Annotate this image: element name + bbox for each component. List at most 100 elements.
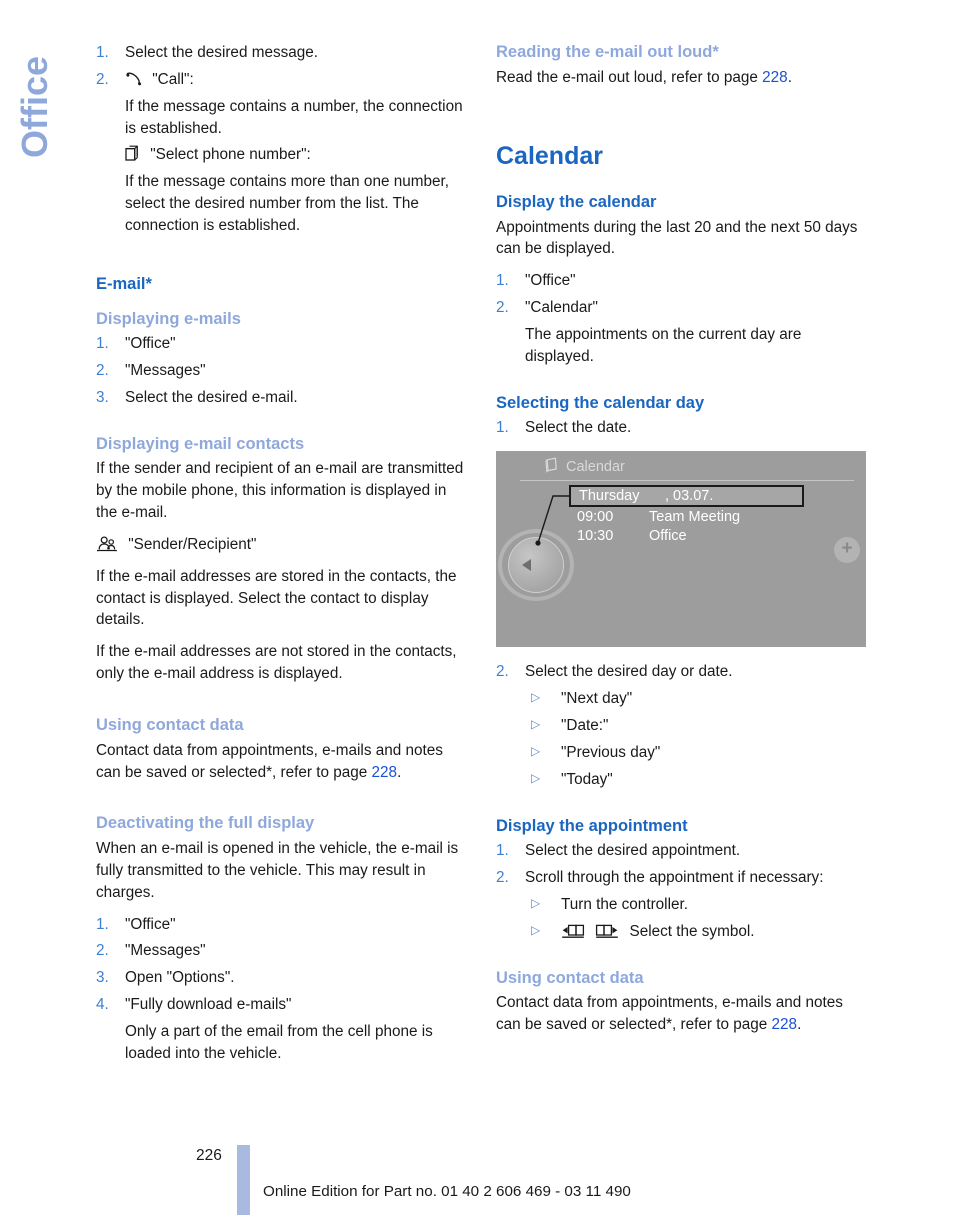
- step-number: 1.: [96, 335, 109, 353]
- option-label: "Previous day": [561, 743, 661, 761]
- step-text: "Office": [125, 335, 176, 353]
- manual-page: Office 1. Select the desired message. 2.…: [0, 0, 954, 1215]
- display-appointment-options: ▷ Turn the controller. ▷ Select the symb…: [525, 894, 868, 943]
- selecting-day-step1-list: 1. Select the date.: [496, 417, 868, 439]
- display-appointment-steps: 1. Select the desired appointment. 2. Sc…: [496, 840, 868, 942]
- list-item: ▷ "Next day": [525, 688, 868, 710]
- list-item: 2. "Calendar" The appointments on the cu…: [496, 297, 868, 368]
- selecting-day-options: ▷ "Next day" ▷ "Date:" ▷ "Previous day" …: [525, 688, 868, 790]
- triangle-bullet-icon: ▷: [531, 743, 541, 758]
- step-number: 1.: [96, 44, 109, 61]
- heading-selecting-the-calendar-day: Selecting the calendar day: [496, 393, 705, 412]
- step-number: 1.: [496, 419, 509, 437]
- triangle-bullet-icon: ▷: [531, 922, 541, 937]
- list-item: ▷ "Today": [525, 769, 868, 791]
- display-calendar-steps: 1. "Office" 2. "Calendar" The appointmen…: [496, 270, 868, 367]
- list-item: 2. "Messages": [96, 360, 468, 382]
- page-reference-link[interactable]: 228: [762, 69, 788, 86]
- step-number: 2.: [96, 361, 109, 379]
- select-phone-number-label: "Select phone number":: [150, 146, 311, 164]
- step-text: "Call":: [152, 70, 194, 88]
- step-number: 1.: [96, 915, 109, 933]
- page-reference-link[interactable]: 228: [772, 1016, 798, 1033]
- list-item: 2. "Call": If the message contains a num…: [96, 69, 468, 237]
- list-item: 1. Select the desired appointment.: [496, 840, 868, 862]
- list-item: 2. "Messages": [96, 940, 468, 962]
- contacts-people-icon: [96, 536, 118, 552]
- step-text: "Fully download e-mails": [125, 996, 292, 1014]
- heading-using-contact-data-right: Using contact data: [496, 968, 644, 987]
- step-number: 4.: [96, 996, 109, 1014]
- book-page-back-icon: [561, 924, 585, 939]
- step-text: "Office": [125, 915, 176, 933]
- sender-recipient-line: "Sender/Recipient": [96, 534, 468, 556]
- list-item: 4. "Fully download e-mails" Only a part …: [96, 994, 468, 1065]
- display-calendar-paragraph: Appointments during the last 20 and the …: [496, 218, 858, 258]
- step-text: Select the desired day or date.: [525, 663, 733, 681]
- triangle-bullet-icon: ▷: [531, 895, 541, 910]
- list-item: 1. "Office": [96, 914, 468, 936]
- heading-email: E-mail*: [96, 274, 152, 293]
- using-contact-data-paragraph-left: Contact data from appointments, e-mails …: [96, 740, 468, 784]
- deactivating-steps: 1. "Office" 2. "Messages" 3. Open "Optio…: [96, 914, 468, 1065]
- contacts-paragraph-3: If the e-mail addresses are not stored i…: [96, 643, 457, 683]
- step-number: 3.: [96, 969, 109, 987]
- reading-paragraph: Read the e-mail out loud, refer to page …: [496, 67, 868, 89]
- sender-recipient-label: "Sender/Recipient": [128, 535, 257, 553]
- step-number: 3.: [96, 388, 109, 406]
- step-text: Select the date.: [525, 419, 632, 437]
- calendar-screen-figure: Calendar Thursday , 03.07. 09:00 Team Me…: [496, 451, 866, 648]
- list-item: ▷ Select the symbol.: [525, 921, 868, 943]
- page-number: 226: [196, 1147, 222, 1164]
- deactivating-paragraph: When an e-mail is opened in the vehicle,…: [96, 840, 459, 901]
- heading-displaying-emails: Displaying e-mails: [96, 309, 241, 328]
- selecting-day-step2-list: 2. Select the desired day or date. ▷ "Ne…: [496, 661, 868, 790]
- phone-handset-icon: [125, 72, 142, 87]
- displaying-emails-steps: 1. "Office" 2. "Messages" 3. Select the …: [96, 333, 468, 409]
- text-after-pageref: .: [787, 68, 792, 86]
- select-phone-number-note: If the message contains more than one nu…: [125, 173, 449, 235]
- heading-display-the-appointment: Display the appointment: [496, 816, 688, 835]
- triangle-bullet-icon: ▷: [531, 690, 541, 705]
- list-item: 1. Select the desired message.: [96, 42, 468, 64]
- call-note: If the message contains a number, the co…: [125, 97, 463, 137]
- display-calendar-step2-note: The appointments on the current day are …: [525, 326, 802, 365]
- using-contact-data-paragraph-right: Contact data from appointments, e-mails …: [496, 992, 868, 1036]
- heading-using-contact-data-left: Using contact data: [96, 716, 244, 735]
- edition-notice: Online Edition for Part no. 01 40 2 606 …: [263, 1183, 631, 1200]
- heading-displaying-email-contacts: Displaying e-mail contacts: [96, 434, 305, 453]
- list-item: 3. Select the desired e-mail.: [96, 387, 468, 409]
- list-item: 1. Select the date.: [496, 417, 868, 439]
- step-text: Select the desired message.: [125, 44, 319, 61]
- list-item: ▷ Turn the controller.: [525, 894, 868, 916]
- list-item: 1. "Office": [496, 270, 868, 292]
- option-label: Turn the controller.: [561, 895, 688, 913]
- list-item: 2. Select the desired day or date. ▷ "Ne…: [496, 661, 868, 790]
- list-item: 3. Open "Options".: [96, 967, 468, 989]
- list-item: 2. Scroll through the appointment if nec…: [496, 867, 868, 943]
- triangle-bullet-icon: ▷: [531, 770, 541, 785]
- step-text: Select the desired appointment.: [525, 842, 741, 860]
- step-text: "Messages": [125, 942, 206, 960]
- chapter-side-tab-label: Office: [14, 55, 55, 159]
- step-text: "Messages": [125, 361, 206, 379]
- step-number: 2.: [496, 869, 509, 887]
- step-number: 1.: [496, 842, 509, 860]
- list-item: ▷ "Previous day": [525, 742, 868, 764]
- page-reference-link[interactable]: 228: [372, 764, 398, 781]
- option-label: "Next day": [561, 690, 633, 708]
- heading-display-the-calendar: Display the calendar: [496, 192, 657, 211]
- top-steps-list: 1. Select the desired message. 2. "Call"…: [96, 42, 468, 237]
- text-before-pageref: Read the e-mail out loud, refer to page: [496, 68, 763, 86]
- contacts-paragraph-2: If the e-mail addresses are stored in th…: [96, 567, 457, 629]
- step-number: 2.: [496, 299, 509, 317]
- chapter-side-tab: Office: [0, 24, 72, 204]
- callout-leader-line: [535, 495, 569, 546]
